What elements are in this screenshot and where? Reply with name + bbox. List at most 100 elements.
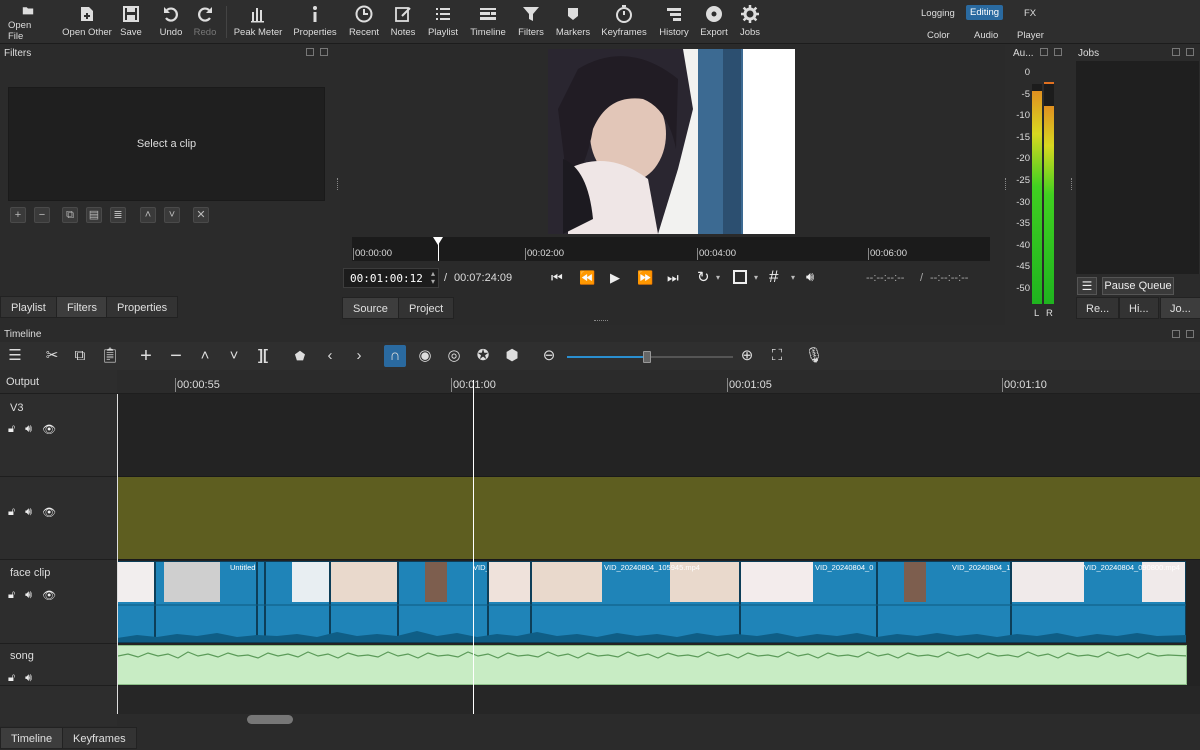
export-button[interactable]: Export: [699, 4, 729, 42]
grid-icon[interactable]: #: [769, 267, 778, 287]
zoom-fit-timeline-icon[interactable]: ⛶: [766, 345, 788, 367]
track-v2-selected[interactable]: [117, 477, 1200, 560]
scrollbar-thumb[interactable]: [247, 715, 293, 724]
chevron-down-icon[interactable]: ▾: [791, 273, 795, 282]
layout-logging-button[interactable]: Logging: [917, 6, 959, 21]
copy-icon[interactable]: ⧉: [69, 345, 91, 367]
ripple-delete-icon[interactable]: −: [165, 345, 187, 367]
save-filter-set-button[interactable]: ≣: [110, 207, 126, 223]
track-header-face-clip[interactable]: face clip 🔓︎ 🔊︎ 👁︎: [0, 560, 117, 644]
audio-meter-dock-controls[interactable]: [1040, 48, 1062, 56]
timeline-horizontal-scrollbar[interactable]: [117, 714, 1200, 726]
zoom-slider-handle[interactable]: [642, 351, 651, 363]
paste-icon[interactable]: 📋︎: [99, 345, 121, 367]
zoom-fit-icon[interactable]: [733, 270, 747, 284]
layout-color-button[interactable]: Color: [923, 28, 954, 43]
zoom-in-icon[interactable]: ⊕: [736, 345, 758, 367]
remove-filter-button[interactable]: −: [34, 207, 50, 223]
tab-recent[interactable]: Re...: [1076, 297, 1120, 319]
splitter-handle[interactable]: [1071, 178, 1072, 190]
scrub-eye-icon[interactable]: ◉: [414, 345, 436, 367]
tab-source[interactable]: Source: [342, 297, 399, 319]
time-spinner-icon[interactable]: ▴ ▾: [431, 270, 435, 286]
mute-icon[interactable]: 🔊︎: [25, 423, 32, 436]
skip-next-icon[interactable]: ⏭: [667, 270, 679, 286]
move-filter-up-button[interactable]: ˄: [140, 207, 156, 223]
layout-audio-button[interactable]: Audio: [970, 28, 1002, 43]
open-file-button[interactable]: Open File: [8, 4, 48, 42]
jobs-button[interactable]: Jobs: [737, 4, 763, 42]
close-icon[interactable]: [1186, 48, 1194, 56]
timeline-button[interactable]: Timeline: [470, 4, 506, 42]
timeline-playhead[interactable]: [473, 380, 474, 714]
mute-icon[interactable]: 🔊︎: [25, 506, 32, 519]
tab-properties[interactable]: Properties: [106, 296, 179, 318]
properties-button[interactable]: Properties: [292, 4, 338, 42]
jobs-list[interactable]: [1076, 61, 1199, 274]
microphone-icon[interactable]: 🎙︎: [803, 345, 825, 367]
layout-player-button[interactable]: Player: [1013, 28, 1048, 43]
keyframes-button[interactable]: Keyframes: [601, 4, 647, 42]
close-icon[interactable]: [1186, 330, 1194, 338]
output-header[interactable]: Output: [0, 370, 117, 394]
panel-splitter-handle[interactable]: [594, 320, 608, 322]
copy-filter-button[interactable]: ⧉: [62, 207, 78, 223]
ripple-all-tracks-icon[interactable]: ✪: [472, 345, 494, 367]
lock-icon[interactable]: 🔓︎: [8, 506, 15, 519]
markers-button[interactable]: Markers: [555, 4, 591, 42]
pause-queue-button[interactable]: Pause Queue: [1102, 277, 1174, 295]
tab-filters[interactable]: Filters: [56, 296, 108, 318]
snap-magnet-icon[interactable]: ∩: [384, 345, 406, 367]
deselect-filter-button[interactable]: ✕: [193, 207, 209, 223]
undo-button[interactable]: Undo: [158, 4, 184, 42]
previous-marker-icon[interactable]: ‹: [319, 345, 341, 367]
volume-icon[interactable]: 🔊︎: [806, 269, 814, 285]
timeline-menu-icon[interactable]: ☰: [4, 345, 26, 367]
skip-previous-icon[interactable]: ⏮: [551, 270, 563, 286]
track-header-v2[interactable]: 🔓︎ 🔊︎ 👁︎: [0, 477, 117, 560]
zoom-slider[interactable]: [567, 351, 733, 363]
redo-button[interactable]: Redo: [192, 4, 218, 42]
jobs-dock-controls[interactable]: [1172, 48, 1194, 56]
fast-forward-icon[interactable]: ⏩: [637, 270, 653, 286]
tab-keyframes[interactable]: Keyframes: [62, 727, 137, 749]
chevron-down-icon[interactable]: ▾: [716, 273, 720, 282]
timeline-dock-controls[interactable]: [1172, 330, 1194, 338]
player-playhead-handle[interactable]: [433, 237, 443, 245]
tab-jobs[interactable]: Jo...: [1160, 297, 1200, 319]
current-time-field[interactable]: 00:01:00:12 ▴ ▾: [343, 268, 439, 288]
mute-icon[interactable]: 🔊︎: [25, 672, 32, 685]
layout-editing-button[interactable]: Editing: [966, 5, 1004, 20]
track-v3[interactable]: [117, 394, 1200, 477]
play-icon[interactable]: ▶: [610, 270, 620, 286]
lock-icon[interactable]: 🔓︎: [8, 672, 15, 685]
float-icon[interactable]: [306, 48, 314, 56]
next-marker-icon[interactable]: ›: [348, 345, 370, 367]
float-icon[interactable]: [1172, 330, 1180, 338]
close-icon[interactable]: [320, 48, 328, 56]
tab-playlist[interactable]: Playlist: [0, 296, 57, 318]
zoom-out-icon[interactable]: ⊖: [538, 345, 560, 367]
lift-icon[interactable]: ˄: [194, 345, 216, 367]
track-header-v3[interactable]: V3 🔓︎ 🔊︎ 👁︎: [0, 394, 117, 477]
open-other-button[interactable]: Open Other: [60, 4, 114, 42]
eye-icon[interactable]: 👁︎: [42, 506, 56, 519]
jobs-menu-icon[interactable]: ☰: [1077, 277, 1097, 295]
split-icon[interactable]: ][: [252, 345, 274, 367]
history-button[interactable]: History: [657, 4, 691, 42]
append-icon[interactable]: +: [135, 345, 157, 367]
overwrite-icon[interactable]: ˅: [223, 345, 245, 367]
tab-project[interactable]: Project: [398, 297, 455, 319]
cut-icon[interactable]: ✂: [41, 345, 63, 367]
splitter-handle[interactable]: [337, 178, 338, 190]
save-button[interactable]: Save: [118, 4, 144, 42]
video-preview[interactable]: [548, 49, 795, 234]
track-header-song[interactable]: song 🔓︎ 🔊︎: [0, 644, 117, 686]
splitter-handle[interactable]: [1005, 178, 1006, 190]
float-icon[interactable]: [1040, 48, 1048, 56]
tab-history[interactable]: Hi...: [1119, 297, 1159, 319]
filter-list[interactable]: Select a clip: [8, 87, 325, 201]
eye-icon[interactable]: 👁︎: [42, 423, 56, 436]
rewind-icon[interactable]: ⏪: [579, 270, 595, 286]
lock-icon[interactable]: 🔓︎: [8, 589, 15, 602]
